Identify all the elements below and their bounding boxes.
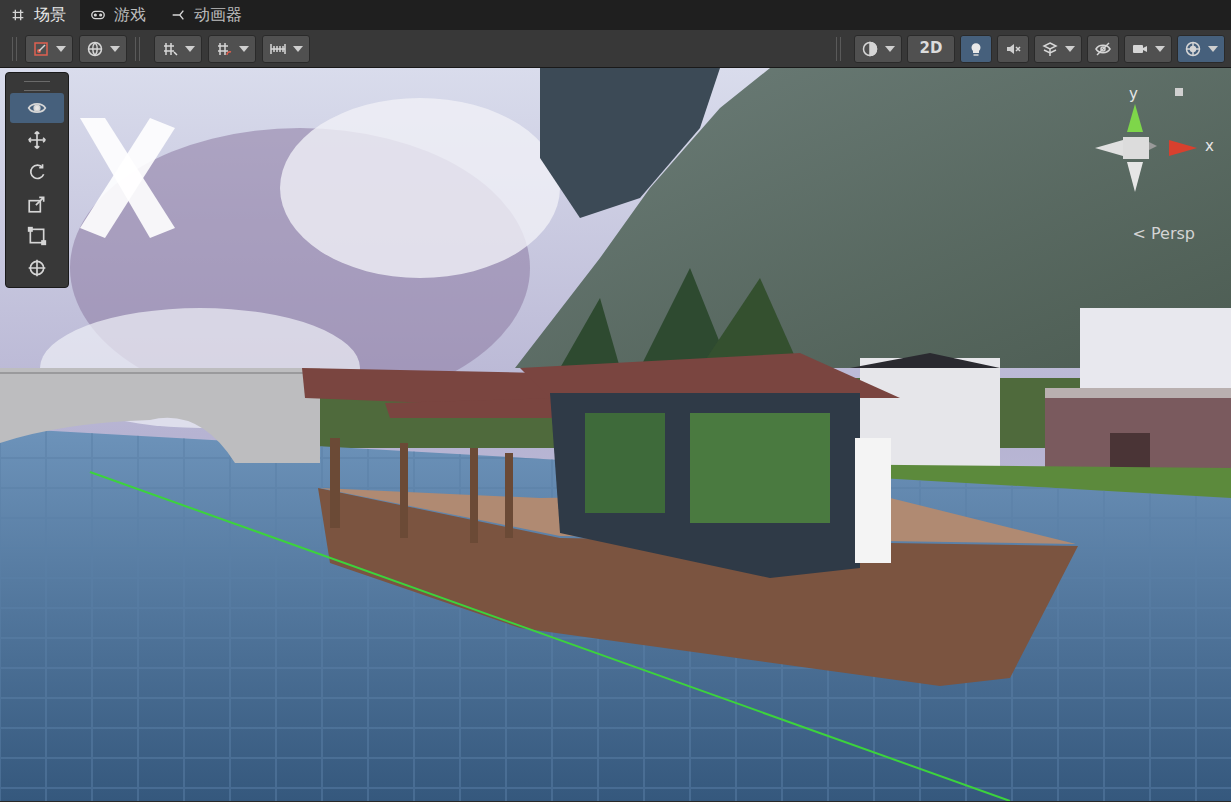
- shading-mode-button[interactable]: [854, 35, 902, 63]
- layers-icon: [1041, 40, 1059, 58]
- dropdown-caret-icon: [110, 46, 120, 52]
- tab[interactable]: 动画器: [160, 0, 256, 30]
- increment-snap-icon: [215, 40, 233, 58]
- rect-icon: [27, 226, 47, 246]
- y-axis-label[interactable]: y: [1129, 86, 1138, 103]
- animator-icon: [170, 7, 186, 23]
- tab[interactable]: 场景: [0, 0, 80, 30]
- scene-viewport[interactable]: y x < Persp: [0, 68, 1231, 801]
- tool-palette: [5, 72, 69, 288]
- grid-snap-button[interactable]: [154, 35, 202, 63]
- dropdown-caret-icon: [1208, 46, 1218, 52]
- tab-label: 场景: [34, 7, 66, 23]
- dropdown-caret-icon: [1155, 46, 1165, 52]
- orientation-gizmo[interactable]: y x < Persp: [1093, 82, 1223, 242]
- rotate-tool[interactable]: [10, 157, 64, 187]
- palette-grip[interactable]: [24, 81, 50, 91]
- increment-snap-button[interactable]: [208, 35, 256, 63]
- speaker-muted-icon: [1004, 40, 1022, 58]
- grid-snap-icon: [161, 40, 179, 58]
- audio-button[interactable]: [997, 35, 1029, 63]
- dropdown-caret-icon: [293, 46, 303, 52]
- view-tool[interactable]: [10, 93, 64, 123]
- camera-settings-button[interactable]: [1124, 35, 1172, 63]
- scale-icon: [27, 194, 47, 214]
- lightbulb-icon: [967, 40, 985, 58]
- globe-icon: [86, 40, 104, 58]
- gizmos-button[interactable]: [1177, 35, 1225, 63]
- scale-tool[interactable]: [10, 189, 64, 219]
- tab[interactable]: 游戏: [80, 0, 160, 30]
- tab-bar: 场景 游戏 动画器: [0, 0, 1231, 30]
- rect-tool[interactable]: [10, 221, 64, 251]
- view-2d-button[interactable]: 2D: [907, 35, 955, 63]
- grid-visibility-button[interactable]: [262, 35, 310, 63]
- scene-visibility-button[interactable]: [1087, 35, 1119, 63]
- dropdown-caret-icon: [185, 46, 195, 52]
- grid-icon: [10, 7, 26, 23]
- draw-mode-button[interactable]: [25, 35, 73, 63]
- camera-icon: [1131, 40, 1149, 58]
- draw-mode-icon: [32, 40, 50, 58]
- toolbar-grip[interactable]: [12, 37, 17, 61]
- move-arrows-icon: [27, 130, 47, 150]
- dropdown-caret-icon: [885, 46, 895, 52]
- move-tool[interactable]: [10, 125, 64, 155]
- transform-icon: [27, 258, 47, 278]
- scene-toolbar: 2D: [0, 30, 1231, 68]
- effects-button[interactable]: [1034, 35, 1082, 63]
- dropdown-caret-icon: [239, 46, 249, 52]
- left-tool-group: [25, 35, 310, 63]
- right-tool-group: 2D: [834, 35, 1225, 63]
- x-axis-label[interactable]: x: [1205, 138, 1214, 155]
- tab-label: 游戏: [114, 7, 146, 23]
- dropdown-caret-icon: [1065, 46, 1075, 52]
- eye-slash-icon: [1094, 40, 1112, 58]
- gamepad-icon: [90, 7, 106, 23]
- eye-icon: [27, 98, 47, 118]
- tab-label: 动画器: [194, 7, 242, 23]
- projection-toggle[interactable]: < Persp: [1133, 224, 1195, 243]
- ruler-icon: [269, 40, 287, 58]
- pivot-button[interactable]: [79, 35, 127, 63]
- dropdown-caret-icon: [56, 46, 66, 52]
- shading-sphere-icon: [861, 40, 879, 58]
- button-label: 2D: [920, 37, 943, 60]
- gizmo-icon: [1184, 40, 1202, 58]
- transform-tool[interactable]: [10, 253, 64, 283]
- toolbar-separator: [836, 37, 841, 61]
- toolbar-separator: [135, 37, 140, 61]
- lighting-button[interactable]: [960, 35, 992, 63]
- rotate-icon: [27, 162, 47, 182]
